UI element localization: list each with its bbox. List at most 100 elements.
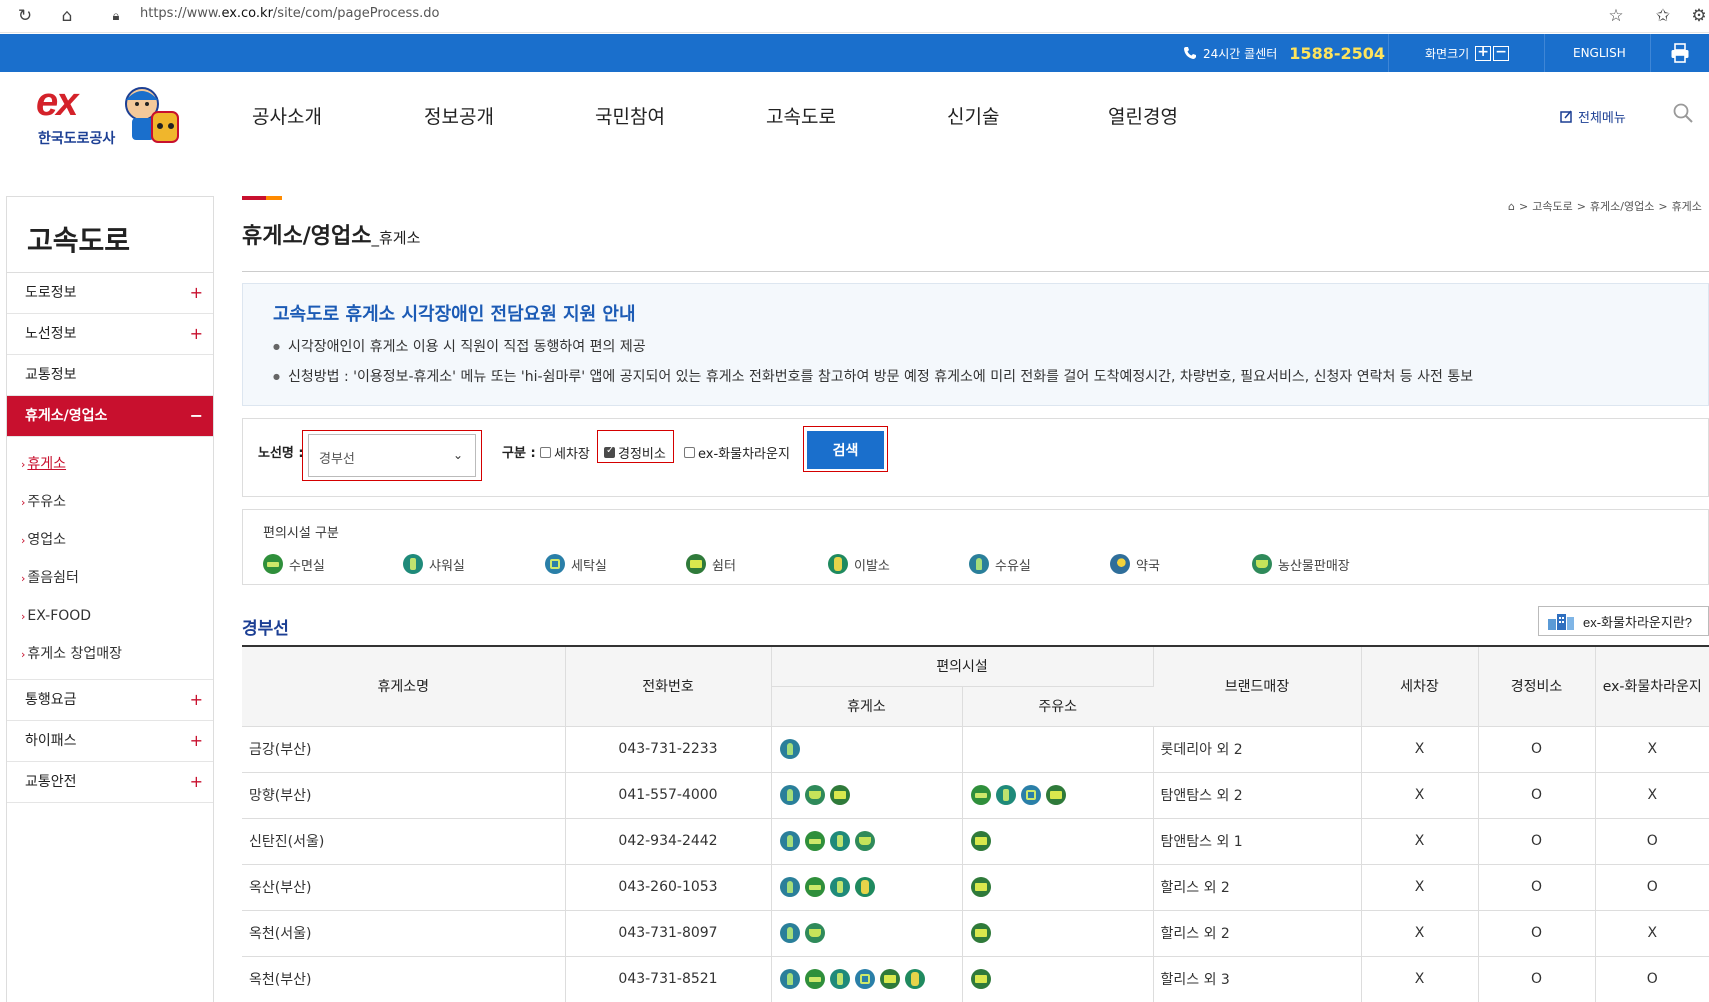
truck-lounge-info-button[interactable]: ex-화물차라운지란? [1538, 606, 1709, 636]
sleep-room-icon [804, 831, 825, 851]
brand-stores: 롯데리아 외 2 [1153, 726, 1362, 773]
nav-open-management[interactable]: 열린경영 [1108, 102, 1178, 129]
print-icon[interactable] [1670, 43, 1690, 63]
nav-info-disclosure[interactable]: 정보공개 [424, 102, 494, 129]
rest-area-name[interactable]: 옥천(서울) [242, 910, 566, 957]
facility-caption: 편의시설 구분 [263, 526, 339, 541]
extensions-icon[interactable]: ⚙ [1692, 5, 1706, 27]
browser-toolbar: ↻ ⌂ 🔒︎ https://www.ex.co.kr/site/com/pag… [0, 0, 1709, 33]
search-button[interactable]: 검색 [807, 431, 884, 469]
zoom-control: 화면크기 + − [1425, 34, 1510, 72]
checkbox-truck-lounge[interactable]: ex-화물차라운지 [684, 443, 790, 462]
nav-expressway[interactable]: 고속도로 [766, 102, 836, 129]
breadcrumb-item[interactable]: 휴게소/영업소 [1590, 198, 1654, 214]
rest-area-table: 휴게소명 전화번호 편의시설 브랜드매장 세차장 경정비소 ex-화물차라운지 … [242, 645, 1709, 1002]
shower-icon [829, 969, 850, 989]
lnb-item-route-info[interactable]: 노선정보 + [7, 314, 213, 355]
lnb-item-hipass[interactable]: 하이패스 + [7, 721, 213, 762]
lock-icon[interactable]: 🔒︎ [105, 5, 127, 27]
rest-facility-icons [771, 772, 963, 819]
route-section-title: 경부선 [242, 619, 289, 639]
repair-status: O [1478, 818, 1596, 865]
nav-about[interactable]: 공사소개 [252, 102, 322, 129]
search-icon[interactable] [1672, 102, 1694, 124]
repair-status: O [1478, 772, 1596, 819]
notice-heading: 고속도로 휴게소 시각장애인 전담요원 지원 안내 [273, 304, 636, 325]
title-accent [242, 196, 282, 200]
lnb-item-toll-fee[interactable]: 통행요금 + [7, 680, 213, 721]
logo-ex: ex [36, 80, 78, 124]
shower-icon [995, 785, 1016, 805]
shelter-icon [879, 969, 900, 989]
col-brand: 브랜드매장 [1153, 645, 1362, 727]
phone-number: 043-731-8097 [565, 910, 772, 957]
zoom-in-button[interactable]: + [1475, 45, 1492, 61]
checkbox-repair-shop[interactable]: 경정비소 [604, 443, 666, 462]
rest-area-name[interactable]: 신탄진(서울) [242, 818, 566, 865]
breadcrumb-item[interactable]: 고속도로 [1532, 198, 1572, 214]
building-icon [1548, 614, 1574, 630]
expand-icon: + [189, 324, 203, 343]
favorites-icon[interactable]: ✩ [1652, 5, 1674, 27]
legend-item: 약국 [1110, 554, 1160, 574]
reload-icon[interactable]: ↻ [14, 5, 36, 27]
lnb-item-traffic-safety[interactable]: 교통안전 + [7, 762, 213, 803]
col-truck-lounge: ex-화물차라운지 [1595, 645, 1709, 727]
lnb-sub-startup-store[interactable]: › 휴게소 창업매장 [21, 635, 213, 673]
lnb-submenu: › 휴게소 › 주유소 › 영업소 › 졸음쉼터 › EX-FOOD › 휴게소 창업매장 [7, 437, 213, 680]
table-row: 망향(부산) 041-557-4000 탐앤탐스 외 2XOX [242, 772, 1709, 819]
rest-area-name[interactable]: 망향(부산) [242, 772, 566, 819]
checkbox-car-wash[interactable]: 세차장 [540, 443, 590, 462]
lnb-item-traffic-info[interactable]: 교통정보 [7, 355, 213, 396]
home-icon[interactable]: ⌂ [56, 5, 78, 27]
car-wash-status: X [1361, 910, 1479, 957]
zoom-label: 화면크기 [1425, 46, 1470, 61]
legend-item: 수유실 [969, 554, 1031, 574]
notice-box: 고속도로 휴게소 시각장애인 전담요원 지원 안내 시각장애인이 휴게소 이용 … [242, 283, 1709, 406]
address-bar[interactable]: https://www.ex.co.kr/site/com/pageProces… [140, 6, 439, 21]
sleep-room-icon [263, 554, 283, 574]
repair-status: O [1478, 726, 1596, 773]
route-select[interactable]: 경부선 ⌄ [308, 434, 476, 477]
rest-facility-icons [771, 818, 963, 865]
farm-market-icon [1252, 554, 1272, 574]
logo[interactable]: ex 한국도로공사 [28, 80, 193, 150]
shelter-icon [970, 923, 991, 943]
farm-market-icon [804, 785, 825, 805]
rest-area-name[interactable]: 옥산(부산) [242, 864, 566, 911]
side-navigation: 고속도로 도로정보 + 노선정보 + 교통정보 휴게소/영업소 − › 휴게소 › 주유소… [6, 196, 214, 1002]
lnb-item-road-info[interactable]: 도로정보 + [7, 273, 213, 314]
lnb-sub-ex-food[interactable]: › EX-FOOD [21, 597, 213, 635]
table-row: 옥산(부산) 043-260-1053 할리스 외 2XOO [242, 864, 1709, 911]
brand-stores: 탐앤탐스 외 2 [1153, 772, 1362, 819]
nav-new-tech[interactable]: 신기술 [947, 102, 999, 129]
chevron-down-icon: ⌄ [452, 448, 463, 462]
zoom-out-button[interactable]: − [1493, 45, 1510, 61]
favorite-add-icon[interactable]: ☆ [1605, 5, 1627, 27]
nav-participation[interactable]: 국민참여 [595, 102, 665, 129]
gas-facility-icons [962, 956, 1154, 1002]
all-menu-button[interactable]: 전체메뉴 [1560, 107, 1626, 126]
gas-facility-icons [962, 726, 1154, 773]
rest-area-name[interactable]: 옥천(부산) [242, 956, 566, 1002]
laundry-icon [1020, 785, 1041, 805]
laundry-icon [545, 554, 565, 574]
gas-facility-icons [962, 864, 1154, 911]
breadcrumb-item[interactable]: 휴게소 [1672, 198, 1702, 214]
english-link[interactable]: ENGLISH [1573, 34, 1626, 72]
lnb-sub-rest-area[interactable]: › 휴게소 [21, 445, 213, 483]
nursing-room-icon [779, 877, 800, 897]
shelter-icon [970, 831, 991, 851]
site-header: ex 한국도로공사 공사소개 정보공개 국민참여 고속도로 신기술 열린경영 전… [0, 72, 1709, 162]
lnb-sub-drowsy-shelter[interactable]: › 졸음쉼터 [21, 559, 213, 597]
barber-icon [854, 877, 875, 897]
lnb-item-rest-area[interactable]: 휴게소/영업소 − [7, 396, 213, 437]
lnb-sub-toll-office[interactable]: › 영업소 [21, 521, 213, 559]
car-wash-status: X [1361, 818, 1479, 865]
rest-facility-icons [771, 864, 963, 911]
home-icon[interactable]: ⌂ [1508, 200, 1515, 213]
laundry-icon [854, 969, 875, 989]
rest-area-name[interactable]: 금강(부산) [242, 726, 566, 773]
lnb-sub-gas-station[interactable]: › 주유소 [21, 483, 213, 521]
phone-number: 042-934-2442 [565, 818, 772, 865]
